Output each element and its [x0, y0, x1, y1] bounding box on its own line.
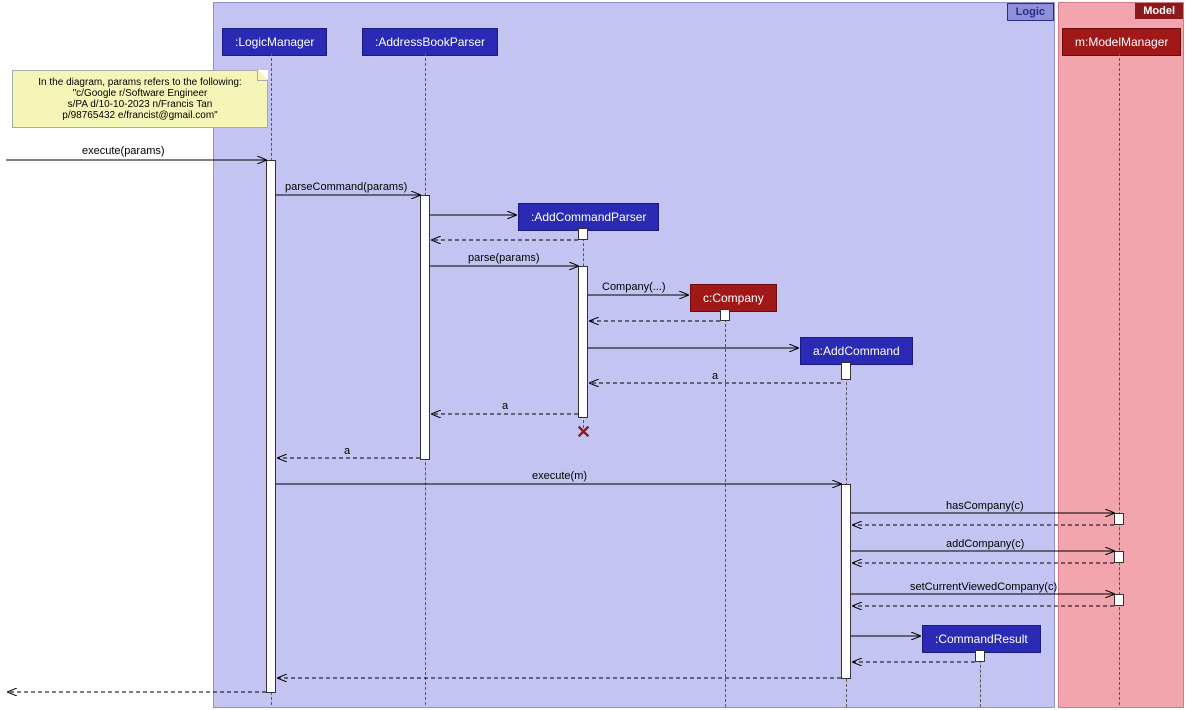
return-a-2-label: a: [502, 400, 508, 412]
note-line-3: s/PA d/10-10-2023 n/Francis Tan: [68, 99, 213, 110]
destroy-icon: ✕: [576, 422, 591, 443]
company-lifeline: [725, 309, 726, 707]
parse-params-label: parse(params): [468, 252, 540, 264]
params-note: In the diagram, params refers to the fol…: [12, 70, 268, 128]
add-company-label: addCompany(c): [946, 538, 1024, 550]
execute-m-label: execute(m): [532, 470, 587, 482]
has-company-label: hasCompany(c): [946, 500, 1024, 512]
add-command-activation-1: [841, 362, 851, 380]
command-result-participant: :CommandResult: [922, 625, 1041, 653]
company-participant: c:Company: [690, 284, 777, 312]
logic-region-header: Logic: [1007, 3, 1054, 21]
set-current-viewed-label: setCurrentViewedCompany(c): [910, 581, 1057, 593]
parse-command-params-label: parseCommand(params): [285, 181, 407, 193]
return-a-1-label: a: [712, 370, 718, 382]
model-manager-participant: m:ModelManager: [1062, 28, 1181, 56]
add-command-parser-participant: :AddCommandParser: [518, 203, 659, 231]
model-manager-activation-2: [1114, 551, 1124, 563]
model-manager-lifeline: [1119, 53, 1120, 705]
model-manager-activation-1: [1114, 513, 1124, 525]
add-command-participant: a:AddCommand: [800, 337, 913, 365]
note-line-2: "c/Google r/Software Engineer: [73, 88, 208, 99]
add-command-activation-2: [841, 484, 851, 679]
command-result-activation: [975, 650, 985, 662]
add-command-parser-activation-2: [578, 266, 588, 418]
note-line-1: In the diagram, params refers to the fol…: [38, 77, 241, 88]
return-a-3-label: a: [344, 445, 350, 457]
address-book-parser-participant: :AddressBookParser: [362, 28, 498, 56]
address-book-parser-activation: [420, 195, 430, 460]
note-line-4: p/98765432 e/francist@gmail.com": [62, 110, 217, 121]
model-manager-activation-3: [1114, 594, 1124, 606]
company-activation: [720, 309, 730, 321]
company-ctor-label: Company(...): [602, 281, 666, 293]
logic-manager-activation: [266, 160, 276, 693]
logic-region: Logic: [213, 2, 1055, 708]
logic-manager-participant: :LogicManager: [222, 28, 327, 56]
model-region-header: Model: [1135, 3, 1183, 19]
execute-params-label: execute(params): [82, 145, 165, 157]
add-command-parser-activation-1: [578, 228, 588, 240]
